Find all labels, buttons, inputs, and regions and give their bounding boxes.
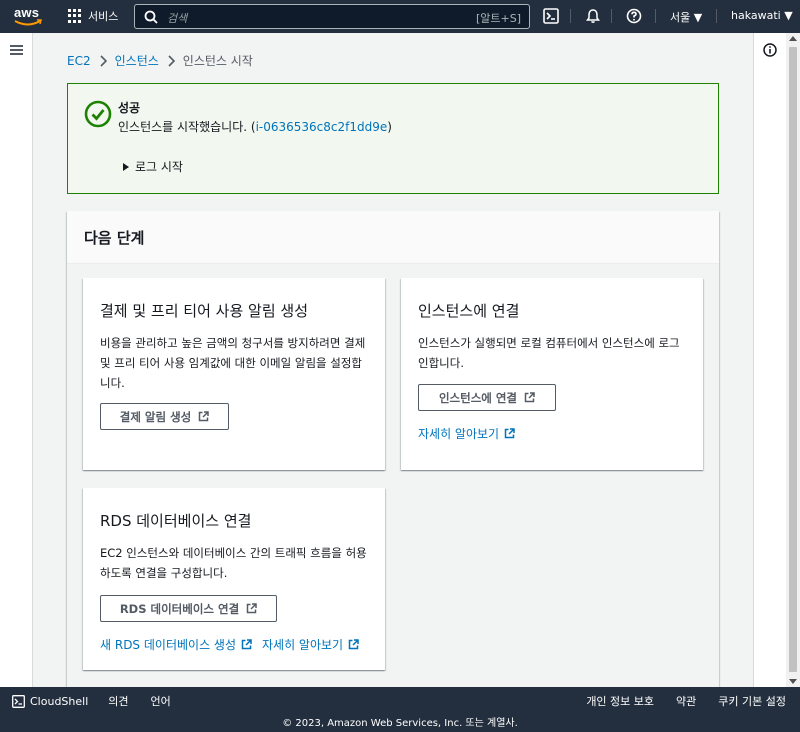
connect-instance-button[interactable]: 인스턴스에 연결 (418, 384, 556, 411)
scroll-down-arrow-icon[interactable] (789, 679, 797, 684)
instance-id-link[interactable]: i-0636536c8c2f1dd9e (256, 120, 388, 134)
services-grid-icon (68, 9, 82, 23)
footer-left: CloudShell 의견 언어 (12, 693, 171, 709)
footer-cloudshell[interactable]: CloudShell (12, 695, 88, 708)
info-icon[interactable] (763, 43, 777, 57)
flash-message: 인스턴스를 시작했습니다. (i-0636536c8c2f1dd9e) (118, 120, 392, 134)
aws-logo-text: aws (14, 5, 40, 20)
next-steps-header: 다음 단계 (67, 211, 719, 264)
create-billing-alert-button[interactable]: 결제 알림 생성 (100, 403, 229, 430)
footer-privacy[interactable]: 개인 정보 보호 (586, 693, 654, 709)
top-navigation: aws 서비스 검색 [알트+S] 서울 ▼ hakawati ▼ (0, 0, 800, 33)
chevron-right-icon (100, 54, 107, 67)
search-shortcut: [알트+S] (475, 12, 521, 25)
search-placeholder: 검색 (167, 12, 188, 25)
services-label: 서비스 (88, 10, 119, 23)
external-link-icon (241, 639, 252, 650)
breadcrumb: EC2 인스턴스 인스턴스 시작 (67, 52, 253, 69)
left-navigation-rail (0, 33, 33, 687)
services-menu[interactable]: 서비스 (68, 8, 118, 24)
create-new-rds-link[interactable]: 새 RDS 데이터베이스 생성 (100, 636, 252, 653)
billing-card-title: 결제 및 프리 티어 사용 알림 생성 (100, 302, 309, 320)
footer-language[interactable]: 언어 (151, 693, 171, 709)
billing-card-description: 비용을 관리하고 높은 금액의 청구서를 방지하려면 결제 및 프리 티어 사용… (100, 336, 366, 390)
breadcrumb-ec2[interactable]: EC2 (67, 54, 91, 68)
region-selector[interactable]: 서울 ▼ (670, 9, 702, 25)
rds-card-title: RDS 데이터베이스 연결 (100, 512, 252, 530)
footer-cookies[interactable]: 쿠키 기본 설정 (718, 693, 786, 709)
success-check-icon (84, 100, 112, 128)
footer-feedback[interactable]: 의견 (108, 693, 128, 709)
rds-learn-more-link[interactable]: 자세히 알아보기 (262, 636, 359, 653)
footer-right: 개인 정보 보호 약관 쿠키 기본 설정 (586, 693, 786, 709)
aws-logo[interactable]: aws (10, 5, 46, 29)
footer-copyright: © 2023, Amazon Web Services, Inc. 또는 계열사… (282, 718, 518, 729)
account-menu[interactable]: hakawati ▼ (731, 9, 793, 22)
right-help-rail (753, 33, 786, 687)
next-steps-container: 다음 단계 결제 및 프리 티어 사용 알림 생성 비용을 관리하고 높은 금액… (67, 211, 719, 687)
external-link-icon (246, 603, 257, 614)
footer-terms[interactable]: 약관 (676, 693, 696, 709)
launch-log-expander[interactable]: 로그 시작 (123, 158, 183, 175)
rds-card-description: EC2 인스턴스와 데이터베이스 간의 트래픽 흐름을 허용하도록 연결을 구성… (100, 546, 367, 580)
breadcrumb-instances[interactable]: 인스턴스 (115, 52, 159, 69)
help-icon[interactable] (626, 8, 642, 24)
next-steps-title: 다음 단계 (84, 229, 145, 247)
vertical-scrollbar[interactable] (786, 33, 800, 687)
flash-title: 성공 (118, 101, 141, 115)
external-link-icon (524, 392, 535, 403)
connect-learn-more-link[interactable]: 자세히 알아보기 (418, 425, 515, 442)
chevron-right-icon (168, 54, 175, 67)
connect-card-description: 인스턴스가 실행되면 로컬 컴퓨터에서 인스턴스에 로그인합니다. (418, 336, 680, 370)
console-footer: CloudShell 의견 언어 개인 정보 보호 약관 쿠키 기본 설정 © … (0, 687, 800, 732)
search-icon (144, 10, 158, 24)
cloudshell-icon (12, 694, 25, 708)
launch-log-label: 로그 시작 (135, 160, 183, 174)
caret-right-icon (123, 162, 129, 171)
external-link-icon (504, 428, 515, 439)
rds-connect-card: RDS 데이터베이스 연결 EC2 인스턴스와 데이터베이스 간의 트래픽 흐름… (83, 488, 385, 670)
aws-smile-icon (14, 19, 42, 26)
search-bar[interactable]: 검색 [알트+S] (134, 4, 530, 29)
connect-rds-button[interactable]: RDS 데이터베이스 연결 (100, 595, 277, 622)
next-steps-body: 결제 및 프리 티어 사용 알림 생성 비용을 관리하고 높은 금액의 청구서를… (67, 264, 719, 687)
cloudshell-icon[interactable] (543, 8, 559, 24)
success-flash: 성공 인스턴스를 시작했습니다. (i-0636536c8c2f1dd9e) 로… (67, 83, 719, 194)
external-link-icon (348, 639, 359, 650)
billing-alert-card: 결제 및 프리 티어 사용 알림 생성 비용을 관리하고 높은 금액의 청구서를… (83, 278, 385, 470)
connect-instance-card: 인스턴스에 연결 인스턴스가 실행되면 로컬 컴퓨터에서 인스턴스에 로그인합니… (401, 278, 703, 470)
connect-card-title: 인스턴스에 연결 (418, 302, 520, 320)
notifications-bell-icon[interactable] (585, 8, 601, 24)
menu-hamburger-icon[interactable] (10, 45, 23, 56)
scroll-up-arrow-icon[interactable] (789, 36, 797, 41)
breadcrumb-current: 인스턴스 시작 (182, 54, 253, 68)
scrollbar-thumb[interactable] (789, 47, 797, 672)
external-link-icon (199, 411, 209, 422)
